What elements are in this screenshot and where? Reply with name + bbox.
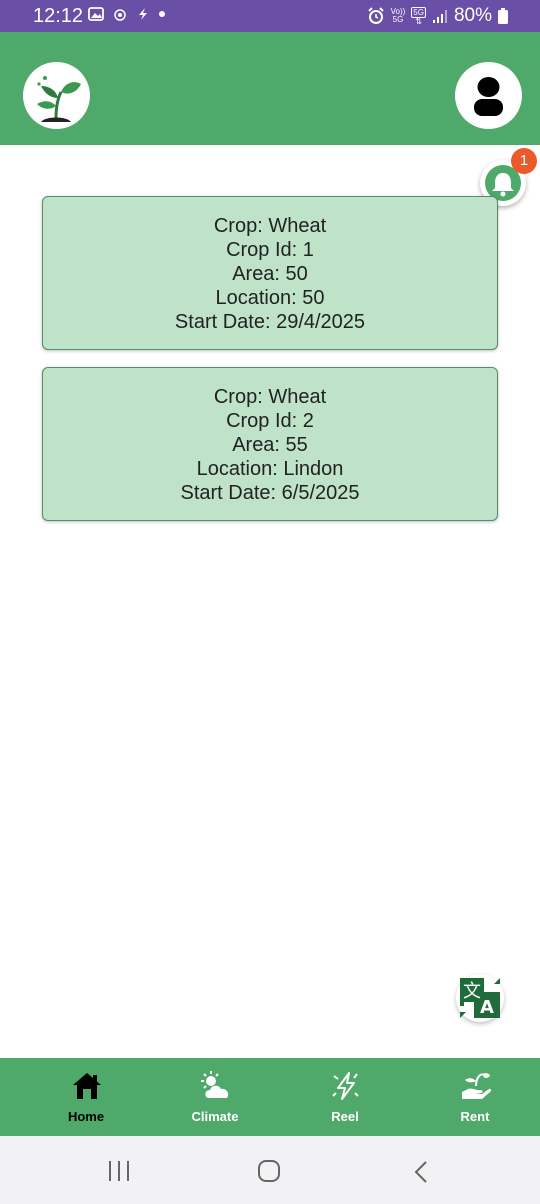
translate-glyph-a: 文	[463, 981, 481, 1002]
translate-icon: 文 A	[460, 978, 500, 1018]
hand-plant-icon	[462, 1073, 492, 1099]
home-system-icon[interactable]	[257, 1160, 283, 1182]
back-icon[interactable]	[410, 1160, 436, 1184]
crop-start-date: Start Date: 6/5/2025	[180, 482, 360, 504]
nav-home-label: Home	[67, 1109, 105, 1124]
notification-count-badge: 1	[511, 148, 537, 174]
volte-indicator: Vo)) 5G	[390, 7, 406, 24]
crop-start-date: Start Date: 29/4/2025	[174, 311, 366, 333]
crop-name: Crop: Wheat	[213, 215, 327, 237]
bolt-slash-icon	[332, 1072, 359, 1100]
alarm-icon	[367, 7, 384, 24]
status-right-icons: Vo)) 5G 5G ⇅ 80%	[367, 5, 508, 27]
battery-icon	[498, 8, 508, 24]
battery-percent: 80%	[453, 5, 492, 26]
status-bar: 12:12 Vo)) 5G 5G ⇅ 80%	[0, 0, 540, 32]
profile-button[interactable]	[455, 62, 522, 129]
nav-climate[interactable]: Climate	[155, 1058, 275, 1136]
nav-rent[interactable]: Rent	[415, 1058, 535, 1136]
nav-rent-label: Rent	[460, 1109, 490, 1124]
crop-location: Location: Lindon	[196, 458, 344, 480]
signal-icon	[432, 10, 447, 23]
nav-reel[interactable]: Reel	[285, 1058, 405, 1136]
seedling-icon	[37, 76, 81, 122]
cloud-sun-icon	[201, 1071, 229, 1098]
gallery-icon	[88, 7, 104, 21]
recent-apps-icon[interactable]	[106, 1160, 132, 1182]
crop-id: Crop Id: 2	[226, 410, 314, 432]
crop-area: Area: 55	[232, 434, 308, 456]
status-left-icons	[88, 6, 166, 22]
nav-reel-label: Reel	[331, 1109, 359, 1124]
translate-glyph-b: A	[480, 997, 494, 1018]
crop-area: Area: 50	[232, 263, 308, 285]
user-icon	[474, 77, 503, 116]
app-header	[0, 32, 540, 145]
crop-card[interactable]: Crop: Wheat Crop Id: 1 Area: 50 Location…	[42, 196, 498, 350]
status-time: 12:12	[33, 5, 84, 27]
nav-home[interactable]: Home	[26, 1058, 146, 1136]
app-logo[interactable]	[23, 62, 90, 129]
translate-button[interactable]: 文 A	[456, 974, 504, 1022]
dot-icon	[159, 11, 165, 17]
bolt-icon	[139, 8, 147, 20]
nav-climate-label: Climate	[191, 1109, 239, 1124]
system-navigation-bar	[0, 1136, 540, 1204]
bottom-navigation: Home Climate Reel Rent	[0, 1058, 540, 1136]
crop-location: Location: 50	[215, 287, 325, 309]
network-5g-badge: 5G ⇅	[411, 6, 426, 26]
crop-name: Crop: Wheat	[213, 386, 327, 408]
home-icon	[73, 1073, 101, 1099]
crop-card[interactable]: Crop: Wheat Crop Id: 2 Area: 55 Location…	[42, 367, 498, 521]
crop-id: Crop Id: 1	[226, 239, 314, 261]
vpn-icon	[114, 9, 126, 21]
